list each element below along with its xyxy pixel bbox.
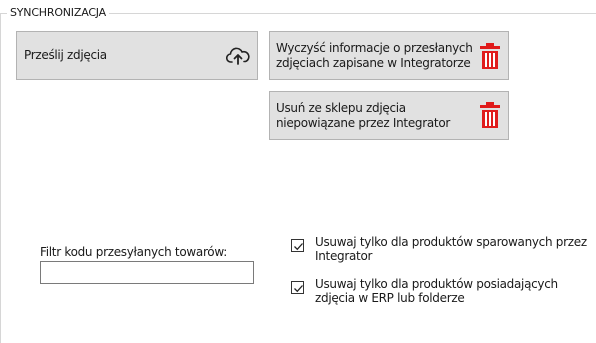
checkbox-label: Usuwaj tylko dla produktów sparowanych p… [315, 235, 587, 263]
trash-icon [479, 101, 501, 129]
cloud-upload-icon [225, 45, 250, 67]
checkbox-box[interactable] [291, 239, 304, 252]
remove-unlinked-photos-button[interactable]: Usuń ze sklepu zdjęcia niepowiązane prze… [269, 91, 509, 140]
upload-photos-label: Prześlij zdjęcia [24, 48, 107, 62]
checkbox-label: Usuwaj tylko dla produktów posiadających… [315, 277, 558, 305]
remove-unlinked-photos-label: Usuń ze sklepu zdjęcia niepowiązane prze… [276, 101, 451, 130]
checkbox-box[interactable] [291, 281, 304, 294]
clear-photo-info-label: Wyczyść informacje o przesłanych zdjęcia… [276, 41, 473, 70]
clear-photo-info-button[interactable]: Wyczyść informacje o przesłanych zdjęcia… [269, 31, 509, 80]
filter-label: Filtr kodu przesyłanych towarów: [40, 245, 227, 259]
upload-photos-button[interactable]: Prześlij zdjęcia [16, 31, 258, 80]
trash-icon [479, 42, 501, 70]
product-code-filter-input[interactable] [40, 261, 254, 284]
group-title: SYNCHRONIZACJA [7, 6, 109, 19]
